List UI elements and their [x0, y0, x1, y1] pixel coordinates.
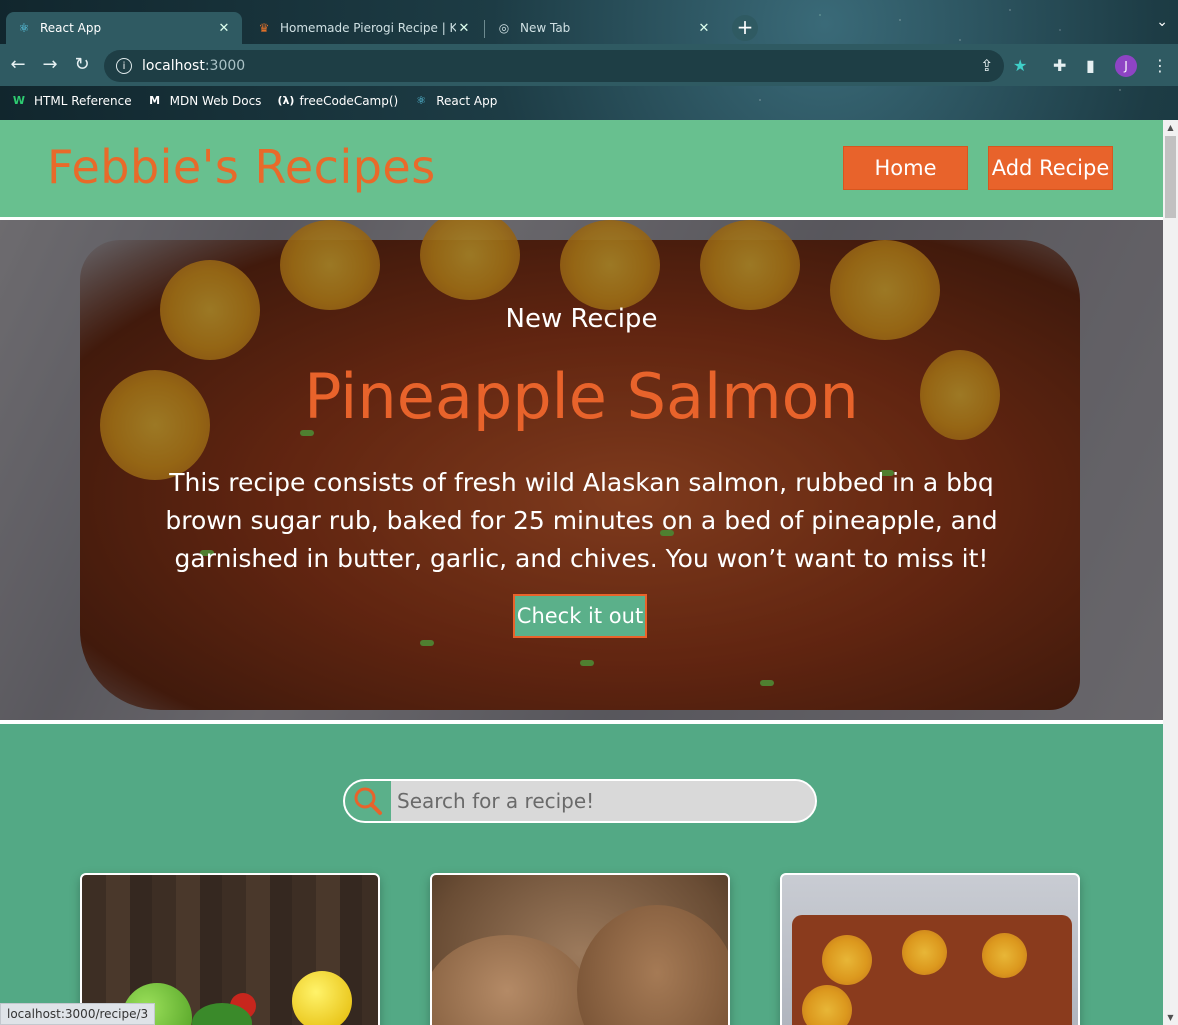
window-controls: ⌄ [1156, 14, 1168, 30]
address-bar[interactable]: i localhost:3000 [104, 50, 1004, 82]
browser-chrome: ⚛ React App ✕ ♛ Homemade Pierogi Recipe … [0, 0, 1178, 120]
check-it-out-button[interactable]: Check it out [513, 594, 647, 638]
hero-recipe-description: This recipe consists of fresh wild Alask… [165, 468, 998, 573]
bookmark-label: MDN Web Docs [169, 94, 262, 108]
w3-icon: W [12, 94, 26, 107]
tab-title: New Tab [520, 21, 571, 35]
new-tab-button[interactable]: + [732, 15, 758, 41]
scrollbar-thumb[interactable] [1165, 136, 1176, 218]
browser-tab-react-app[interactable]: ⚛ React App ✕ [6, 12, 242, 44]
hero-eyebrow: New Recipe [505, 304, 658, 334]
scroll-up-icon[interactable]: ▲ [1163, 120, 1178, 135]
bookmark-label: HTML Reference [34, 94, 132, 108]
site-info-icon[interactable]: i [116, 58, 132, 74]
browser-tab-pierogi[interactable]: ♛ Homemade Pierogi Recipe | King ✕ [246, 12, 482, 44]
scroll-down-icon[interactable]: ▼ [1163, 1010, 1178, 1025]
chrome-icon: ◎ [498, 21, 510, 35]
featured-recipe-hero: New Recipe Pineapple Salmon This recipe … [0, 220, 1163, 724]
site-header: Febbie's Recipes Home Add Recipe [0, 120, 1163, 220]
tab-title: React App [40, 21, 102, 35]
recipe-card[interactable] [780, 873, 1080, 1025]
nav-home-button[interactable]: Home [843, 146, 968, 190]
close-tab-icon[interactable]: ✕ [456, 21, 472, 36]
tab-search-icon[interactable]: ⌄ [1156, 14, 1168, 30]
bookmarks-bar: W HTML Reference M MDN Web Docs (λ) free… [0, 88, 1178, 114]
bookmark-html-reference[interactable]: W HTML Reference [12, 94, 132, 108]
tab-title: Homemade Pierogi Recipe | King [280, 21, 456, 35]
side-panel-icon[interactable]: ▮ [1086, 56, 1095, 75]
close-tab-icon[interactable]: ✕ [696, 21, 712, 36]
recipe-search [343, 779, 817, 823]
page-scrollbar[interactable]: ▲ ▼ [1163, 120, 1178, 1025]
back-icon[interactable]: ← [6, 54, 30, 75]
mdn-icon: M [149, 94, 161, 107]
site-brand[interactable]: Febbie's Recipes [47, 140, 436, 194]
close-tab-icon[interactable]: ✕ [216, 21, 232, 36]
url-port: :3000 [204, 58, 246, 74]
recipe-card[interactable] [430, 873, 730, 1025]
extensions-icon[interactable]: ✚ [1053, 56, 1066, 75]
bookmark-label: freeCodeCamp() [299, 94, 399, 108]
hero-recipe-title: Pineapple Salmon [304, 360, 859, 433]
bookmark-react-app[interactable]: ⚛ React App [414, 94, 497, 108]
react-icon: ⚛ [416, 94, 427, 107]
forward-icon[interactable]: → [38, 54, 62, 75]
bookmark-mdn[interactable]: M MDN Web Docs [148, 94, 262, 108]
react-icon: ⚛ [18, 21, 30, 35]
browser-toolbar: ← → ↻ i localhost:3000 ⇪ ★ ✚ ▮ ⋮ [0, 44, 1178, 86]
bookmark-freecodecamp[interactable]: (λ) freeCodeCamp() [277, 94, 398, 108]
browser-tab-new-tab[interactable]: ◎ New Tab ✕ [486, 12, 722, 44]
bookmark-star-icon[interactable]: ★ [1013, 56, 1027, 75]
king-arthur-icon: ♛ [258, 21, 270, 35]
profile-avatar[interactable]: J [1115, 55, 1137, 77]
status-bar-url: localhost:3000/recipe/3 [0, 1003, 156, 1025]
fcc-icon: (λ) [277, 94, 295, 107]
reload-icon[interactable]: ↻ [70, 54, 94, 75]
nav-add-recipe-button[interactable]: Add Recipe [988, 146, 1113, 190]
search-icon[interactable] [345, 781, 391, 821]
menu-icon[interactable]: ⋮ [1152, 56, 1168, 75]
bookmark-label: React App [436, 94, 498, 108]
tab-strip: ⚛ React App ✕ ♛ Homemade Pierogi Recipe … [0, 8, 1178, 44]
url-host: localhost [142, 58, 205, 74]
page-viewport: Febbie's Recipes Home Add Recipe New Rec… [0, 120, 1163, 1025]
search-input[interactable] [391, 781, 815, 821]
share-icon[interactable]: ⇪ [980, 56, 993, 75]
